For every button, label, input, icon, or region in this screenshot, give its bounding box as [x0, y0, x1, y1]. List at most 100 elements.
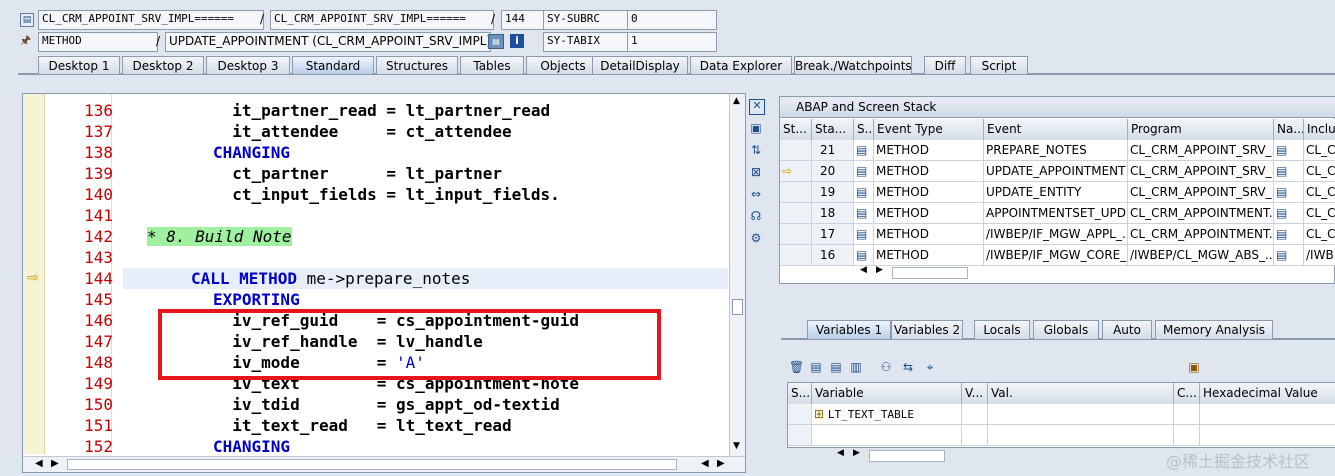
code-line[interactable]: 150 iv_tdid = gs_appt_od-textid	[23, 394, 728, 415]
stack-header[interactable]: Inclu	[1304, 119, 1335, 140]
include-field[interactable]: CL_CRM_APPOINT_SRV_IMPL======	[270, 10, 494, 30]
stack-program[interactable]: CL_CRM_APPOINT_SRV_...	[1128, 182, 1274, 203]
stack-event[interactable]: /IWBEP/IF_MGW_APPL_...	[984, 224, 1128, 245]
var-cell[interactable]: ⊞ LT_TEXT_TABLE	[812, 404, 962, 425]
scroll-thumb[interactable]	[732, 299, 743, 315]
var-tab-globals[interactable]: Globals	[1033, 320, 1099, 339]
scroll-left2-icon[interactable]: ◀	[701, 458, 709, 469]
doc2-icon[interactable]: ▤	[829, 360, 843, 374]
stack-event[interactable]: UPDATE_APPOINTMENT	[984, 161, 1128, 182]
scroll-right-icon[interactable]: ▶	[876, 265, 883, 275]
scroll-left-icon[interactable]: ◀	[35, 458, 43, 469]
stack-header[interactable]: St...	[780, 119, 812, 140]
stack-include[interactable]: CL_CI	[1304, 203, 1335, 224]
var-cell[interactable]	[988, 425, 1174, 446]
new-window-icon[interactable]: ▣	[749, 121, 763, 135]
code-line[interactable]: 140 ct_input_fields = lt_input_fields.	[23, 184, 728, 205]
select-icon[interactable]: ⌖	[923, 360, 937, 374]
stack-header[interactable]: S...	[854, 119, 874, 140]
scroll-left-icon[interactable]: ◀	[860, 265, 867, 275]
var-cell[interactable]	[812, 425, 962, 446]
stack-event[interactable]: PREPARE_NOTES	[984, 140, 1128, 161]
stack-event[interactable]: /IWBEP/IF_MGW_CORE_...	[984, 245, 1128, 266]
tab-objects[interactable]: Objects	[526, 56, 600, 74]
tab-tables[interactable]: Tables	[460, 56, 524, 74]
doc-icon[interactable]: ▤	[809, 360, 823, 374]
var-header[interactable]: Hexadecimal Value	[1200, 383, 1335, 404]
scroll-down-icon[interactable]: ▼	[733, 441, 740, 451]
stack-current-cell[interactable]	[780, 203, 812, 224]
stack-header[interactable]: Na...	[1274, 119, 1304, 140]
tab-structures[interactable]: Structures	[376, 56, 458, 74]
hscroll-thumb[interactable]	[67, 459, 677, 470]
scroll-right2-icon[interactable]: ▶	[717, 458, 725, 469]
var-header[interactable]: S...	[788, 383, 812, 404]
sysvar-name-field[interactable]: SY-SUBRC	[543, 10, 633, 30]
stack-program[interactable]: CL_CRM_APPOINT_SRV_...	[1128, 161, 1274, 182]
stack-current-cell[interactable]	[780, 182, 812, 203]
stack-header[interactable]: Sta...	[812, 119, 854, 140]
stack-event-type[interactable]: METHOD	[874, 140, 984, 161]
navigate-icon[interactable]: ▤	[1274, 140, 1304, 161]
code-line[interactable]: 138 CHANGING	[23, 142, 728, 163]
stack-include[interactable]: CL_CI	[1304, 140, 1335, 161]
doc3-icon[interactable]: ▥	[849, 360, 863, 374]
services-icon[interactable]: ⚙	[749, 231, 763, 245]
code-line[interactable]: 144 CALL METHOD me->prepare_notes	[23, 268, 728, 289]
code-line[interactable]: 152 CHANGING	[23, 436, 728, 457]
tab-desktop-2[interactable]: Desktop 2	[122, 56, 204, 74]
var-tab-auto[interactable]: Auto	[1102, 320, 1152, 339]
var-select-cell[interactable]	[788, 425, 812, 446]
stack-event-type[interactable]: METHOD	[874, 182, 984, 203]
var-select-cell[interactable]	[788, 404, 812, 425]
stack-level[interactable]: 19	[812, 182, 854, 203]
var-cell[interactable]	[1174, 404, 1200, 425]
stack-event-type[interactable]: METHOD	[874, 203, 984, 224]
code-line[interactable]: 145 EXPORTING	[23, 289, 728, 310]
stack-event[interactable]: APPOINTMENTSET_UPD...	[984, 203, 1128, 224]
var-hscroll[interactable]: ◀ ▶	[837, 448, 947, 462]
scroll-up-icon[interactable]: ▲	[733, 96, 740, 106]
var-cell[interactable]	[988, 404, 1174, 425]
scroll-right-icon[interactable]: ▶	[51, 458, 59, 469]
var-cell[interactable]	[1200, 425, 1335, 446]
tab-script[interactable]: Script	[970, 56, 1028, 74]
scroll-right-icon[interactable]: ▶	[853, 448, 860, 458]
stack-level[interactable]: 17	[812, 224, 854, 245]
var-cell[interactable]	[962, 425, 988, 446]
method-name-field[interactable]: UPDATE_APPOINTMENT (CL_CRM_APPOINT_SRV_I…	[165, 32, 491, 52]
navigate-icon[interactable]: ▤	[1274, 224, 1304, 245]
stack-event-type[interactable]: METHOD	[874, 224, 984, 245]
line-field[interactable]: 144	[501, 10, 547, 30]
tab-desktop-1[interactable]: Desktop 1	[38, 56, 120, 74]
tab-data-explorer[interactable]: Data Explorer	[690, 56, 792, 74]
execution-arrow-icon[interactable]: ⇨	[780, 161, 812, 182]
stack-current-cell[interactable]	[780, 245, 812, 266]
code-icon[interactable]: ▤	[488, 34, 504, 49]
stack-event-type[interactable]: METHOD	[874, 161, 984, 182]
stack-include[interactable]: CL_CI	[1304, 224, 1335, 245]
stack-program[interactable]: CL_CRM_APPOINT_SRV_...	[1128, 140, 1274, 161]
code-line[interactable]: 137 it_attendee = ct_attendee	[23, 121, 728, 142]
var-tab-variables-2[interactable]: Variables 2	[891, 320, 963, 339]
stack-header[interactable]: Event	[984, 119, 1128, 140]
code-line[interactable]: 151 it_text_read = lt_text_read	[23, 415, 728, 436]
kind-field[interactable]: METHOD	[38, 32, 158, 52]
program-field[interactable]: CL_CRM_APPOINT_SRV_IMPL======	[38, 10, 264, 30]
var-header[interactable]: C...	[1174, 383, 1200, 404]
navigate-icon[interactable]: ▤	[1274, 245, 1304, 266]
stack-program[interactable]: CL_CRM_APPOINTMENT...	[1128, 224, 1274, 245]
var-header[interactable]: Variable	[812, 383, 962, 404]
stack-include[interactable]: CL_CI	[1304, 161, 1335, 182]
sysvar2-name-field[interactable]: SY-TABIX	[543, 32, 633, 52]
tab-diff[interactable]: Diff	[924, 56, 966, 74]
var-tab-locals[interactable]: Locals	[974, 320, 1030, 339]
var-tab-memory-analysis[interactable]: Memory Analysis	[1155, 320, 1273, 339]
code-hscrollbar[interactable]: ◀ ▶ ◀ ▶	[23, 456, 745, 472]
close-icon[interactable]: ✕	[749, 99, 765, 115]
var-tab-variables-1[interactable]: Variables 1	[807, 320, 891, 339]
move-icon[interactable]: ⇆	[901, 360, 915, 374]
stack-program[interactable]: CL_CRM_APPOINTMENT...	[1128, 203, 1274, 224]
tab-desktop-3[interactable]: Desktop 3	[206, 56, 290, 74]
scroll-left-icon[interactable]: ◀	[837, 448, 844, 458]
